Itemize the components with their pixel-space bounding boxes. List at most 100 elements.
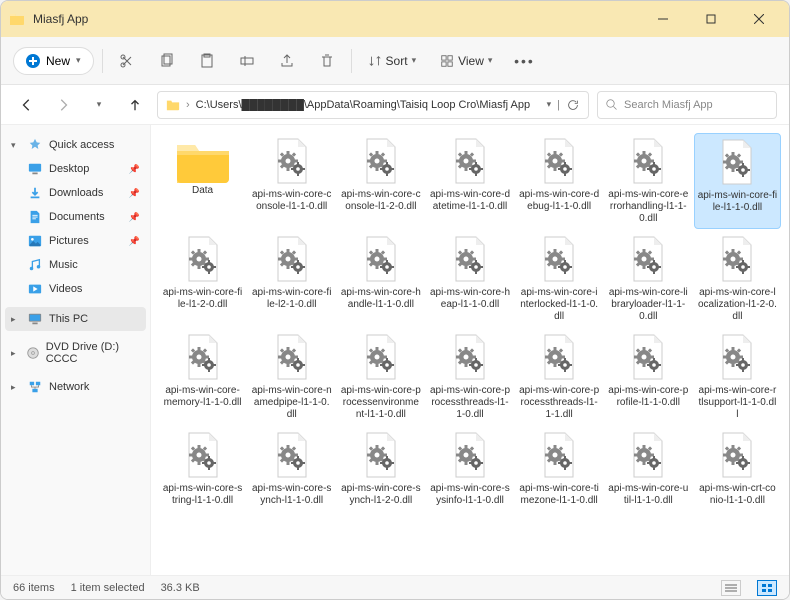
chevron-right-icon: ▸ [11, 382, 21, 393]
file-item[interactable]: api-ms-win-core-processthreads-l1-1-0.dl… [426, 329, 513, 425]
file-label: api-ms-win-core-libraryloader-l1-1-0.dll [608, 287, 688, 323]
sidebar-videos[interactable]: Videos [5, 277, 146, 301]
sidebar-this-pc[interactable]: ▸This PC [5, 307, 146, 331]
chevron-down-icon: ▾ [488, 55, 493, 66]
file-item[interactable]: api-ms-win-core-datetime-l1-1-0.dll [426, 133, 513, 229]
sidebar-downloads[interactable]: Downloads📌 [5, 181, 146, 205]
dll-icon [268, 137, 316, 185]
file-label: api-ms-win-core-string-l1-1-0.dll [163, 483, 243, 507]
file-label: api-ms-win-core-profile-l1-1-0.dll [608, 385, 688, 409]
sort-icon [368, 54, 382, 68]
sidebar: ▾ Quick access Desktop📌 Downloads📌 Docum… [1, 125, 151, 575]
refresh-icon[interactable] [566, 98, 580, 112]
more-button[interactable]: ••• [508, 45, 540, 77]
folder-icon [9, 11, 25, 27]
file-item[interactable]: api-ms-win-core-localization-l1-2-0.dll [694, 231, 781, 327]
video-icon [27, 281, 43, 297]
file-item[interactable]: api-ms-win-core-sysinfo-l1-1-0.dll [426, 427, 513, 511]
folder-icon [173, 137, 233, 185]
file-item[interactable]: api-ms-win-core-memory-l1-1-0.dll [159, 329, 246, 425]
file-item[interactable]: api-ms-win-core-util-l1-1-0.dll [605, 427, 692, 511]
sidebar-dvd[interactable]: ▸DVD Drive (D:) CCCC [5, 337, 146, 369]
dll-icon [713, 235, 761, 283]
sidebar-desktop[interactable]: Desktop📌 [5, 157, 146, 181]
maximize-button[interactable] [689, 5, 733, 33]
dll-icon [357, 235, 405, 283]
file-item[interactable]: api-ms-win-core-handle-l1-1-0.dll [337, 231, 424, 327]
pin-icon: 📌 [129, 188, 140, 199]
dll-icon [713, 333, 761, 381]
navbar: ▾ › C:\Users\████████\AppData\Roaming\Ta… [1, 85, 789, 125]
dll-icon [535, 137, 583, 185]
chevron-right-icon: ▸ [11, 314, 21, 325]
view-icon [440, 54, 454, 68]
selected-count: 1 item selected [71, 582, 145, 594]
details-view-button[interactable] [721, 580, 741, 596]
cut-button[interactable] [111, 45, 143, 77]
file-item[interactable]: api-ms-win-core-rtlsupport-l1-1-0.dll [694, 329, 781, 425]
file-label: api-ms-win-core-console-l1-2-0.dll [341, 189, 421, 213]
file-label: api-ms-win-core-sysinfo-l1-1-0.dll [430, 483, 510, 507]
icons-view-button[interactable] [757, 580, 777, 596]
address-bar[interactable]: › C:\Users\████████\AppData\Roaming\Tais… [157, 91, 589, 119]
back-button[interactable] [13, 91, 41, 119]
file-item[interactable]: api-ms-win-core-synch-l1-1-0.dll [248, 427, 335, 511]
file-item[interactable]: api-ms-win-core-timezone-l1-1-0.dll [516, 427, 603, 511]
chevron-down-icon: ▾ [76, 55, 81, 66]
chevron-right-icon: ▸ [11, 348, 20, 359]
file-item[interactable]: api-ms-win-core-console-l1-2-0.dll [337, 133, 424, 229]
folder-icon [166, 98, 180, 112]
copy-button[interactable] [151, 45, 183, 77]
file-item[interactable]: api-ms-win-core-synch-l1-2-0.dll [337, 427, 424, 511]
file-label: api-ms-win-core-file-l1-2-0.dll [163, 287, 243, 311]
file-item[interactable]: api-ms-win-core-console-l1-1-0.dll [248, 133, 335, 229]
dll-icon [357, 137, 405, 185]
file-item[interactable]: api-ms-win-core-file-l1-2-0.dll [159, 231, 246, 327]
file-item[interactable]: api-ms-win-core-file-l1-1-0.dll [694, 133, 781, 229]
file-label: api-ms-win-core-rtlsupport-l1-1-0.dll [697, 385, 777, 421]
file-item[interactable]: api-ms-win-core-file-l2-1-0.dll [248, 231, 335, 327]
file-item[interactable]: api-ms-win-core-string-l1-1-0.dll [159, 427, 246, 511]
sidebar-quick-access[interactable]: ▾ Quick access [5, 133, 146, 157]
file-item[interactable]: api-ms-win-core-heap-l1-1-0.dll [426, 231, 513, 327]
sidebar-music[interactable]: Music [5, 253, 146, 277]
file-item[interactable]: api-ms-win-core-processenvironment-l1-1-… [337, 329, 424, 425]
file-item[interactable]: api-ms-win-core-namedpipe-l1-1-0.dll [248, 329, 335, 425]
file-item[interactable]: api-ms-win-core-debug-l1-1-0.dll [516, 133, 603, 229]
sidebar-network[interactable]: ▸Network [5, 375, 146, 399]
chevron-down-icon: ▾ [412, 55, 417, 66]
file-item[interactable]: api-ms-win-core-profile-l1-1-0.dll [605, 329, 692, 425]
file-label: api-ms-win-core-processthreads-l1-1-0.dl… [430, 385, 510, 421]
file-item[interactable]: api-ms-win-core-errorhandling-l1-1-0.dll [605, 133, 692, 229]
window-title: Miasfj App [33, 12, 641, 26]
rename-button[interactable] [231, 45, 263, 77]
chevron-down-icon[interactable]: ▾ [547, 99, 552, 110]
file-label: api-ms-win-core-synch-l1-2-0.dll [341, 483, 421, 507]
file-label: api-ms-win-core-localization-l1-2-0.dll [697, 287, 777, 323]
up-button[interactable] [121, 91, 149, 119]
file-label: api-ms-win-core-interlocked-l1-1-0.dll [519, 287, 599, 323]
minimize-button[interactable] [641, 5, 685, 33]
forward-button[interactable] [49, 91, 77, 119]
search-input[interactable]: Search Miasfj App [597, 91, 777, 119]
file-item[interactable]: api-ms-win-crt-conio-l1-1-0.dll [694, 427, 781, 511]
file-item[interactable]: api-ms-win-core-processthreads-l1-1-1.dl… [516, 329, 603, 425]
chevron-down-icon[interactable]: ▾ [85, 91, 113, 119]
close-button[interactable] [737, 5, 781, 33]
status-bar: 66 items 1 item selected 36.3 KB [1, 575, 789, 599]
sidebar-documents[interactable]: Documents📌 [5, 205, 146, 229]
view-dropdown[interactable]: View ▾ [432, 50, 500, 72]
share-button[interactable] [271, 45, 303, 77]
paste-button[interactable] [191, 45, 223, 77]
file-item[interactable]: api-ms-win-core-libraryloader-l1-1-0.dll [605, 231, 692, 327]
dll-icon [624, 333, 672, 381]
dll-icon [357, 431, 405, 479]
sidebar-pictures[interactable]: Pictures📌 [5, 229, 146, 253]
titlebar: Miasfj App [1, 1, 789, 37]
dll-icon [357, 333, 405, 381]
sort-dropdown[interactable]: Sort ▾ [360, 50, 425, 72]
new-button[interactable]: New ▾ [13, 47, 94, 75]
folder-item[interactable]: Data [159, 133, 246, 229]
delete-button[interactable] [311, 45, 343, 77]
file-item[interactable]: api-ms-win-core-interlocked-l1-1-0.dll [516, 231, 603, 327]
